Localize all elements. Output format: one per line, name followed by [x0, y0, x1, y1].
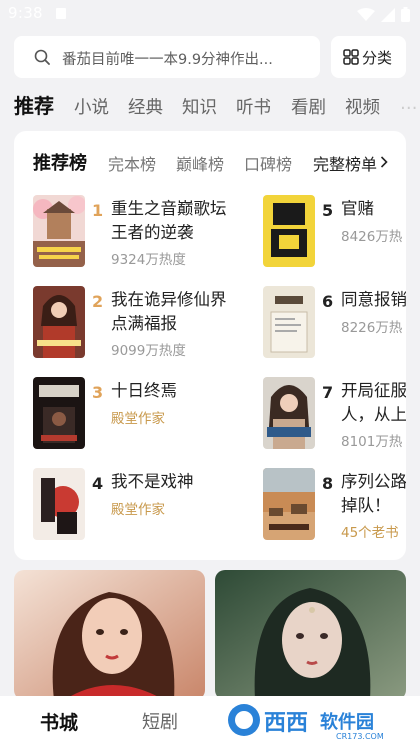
- book-rank: 7: [322, 383, 334, 402]
- rank-tab-recommend[interactable]: 推荐榜: [33, 149, 87, 175]
- search-placeholder: 番茄目前唯一一本9.9分神作出...: [62, 52, 273, 68]
- book-cover[interactable]: [263, 286, 315, 358]
- book-title: 序列公路 掉队！: [341, 472, 406, 515]
- book-title: 十日终焉: [111, 381, 177, 400]
- chevron-right-icon[interactable]: [380, 156, 388, 168]
- tab-drama[interactable]: 看剧: [291, 94, 326, 119]
- book-item[interactable]: 8 序列公路 掉队！ 45个老书: [263, 468, 406, 542]
- book-item[interactable]: 1 重生之音巅歌坛 王者的逆袭 9324万热度: [33, 195, 233, 269]
- book-rank: 8: [322, 474, 334, 493]
- status-time: 9:38: [8, 4, 43, 22]
- promo-banner-left[interactable]: [14, 570, 205, 700]
- notification-icon: [56, 8, 66, 19]
- rank-tab-reputation[interactable]: 口碑榜: [244, 151, 292, 175]
- tab-overflow-fragment[interactable]: …: [400, 94, 418, 114]
- book-heat: 8426万热: [341, 229, 403, 245]
- watermark-brand: 西西: [264, 711, 308, 736]
- category-label: 分类: [362, 49, 393, 67]
- book-title: 我不是戏神: [111, 472, 194, 491]
- rank-tab-completed[interactable]: 完本榜: [108, 151, 156, 175]
- book-meta: 45个老书: [341, 525, 399, 541]
- book-heat: 9324万热度: [111, 252, 186, 268]
- book-rank: 5: [322, 201, 334, 220]
- status-bar: 9:38: [0, 0, 420, 30]
- book-cover[interactable]: [33, 286, 85, 358]
- rank-tab-peak[interactable]: 巅峰榜: [176, 151, 224, 175]
- tab-knowledge[interactable]: 知识: [182, 94, 217, 119]
- tab-audiobook[interactable]: 听书: [236, 94, 271, 119]
- book-author-badge: 殿堂作家: [111, 502, 165, 518]
- grid-icon: [343, 49, 359, 65]
- search-input[interactable]: 番茄目前唯一一本9.9分神作出...: [14, 36, 320, 78]
- book-cover[interactable]: [263, 195, 315, 267]
- book-heat: 9099万热度: [111, 343, 186, 359]
- nav-short-drama[interactable]: 短剧: [142, 708, 178, 734]
- book-heat: 8226万热: [341, 320, 403, 336]
- promo-banner-right[interactable]: [215, 570, 406, 700]
- book-cover[interactable]: [33, 377, 85, 449]
- full-ranking-link[interactable]: 完整榜单: [313, 151, 377, 175]
- search-icon: [34, 49, 50, 65]
- book-title: 重生之音巅歌坛 王者的逆袭: [111, 199, 227, 242]
- book-title: 官赌: [341, 199, 374, 218]
- book-title: 开局征服 人，从上: [341, 381, 406, 424]
- watermark-url: CR173.COM: [336, 732, 384, 741]
- book-cover[interactable]: [263, 377, 315, 449]
- signal-icon: [381, 7, 395, 22]
- book-item[interactable]: 2 我在诡异修仙界 点满福报 9099万热度: [33, 286, 233, 360]
- book-rank: 4: [92, 474, 104, 493]
- book-author-badge: 殿堂作家: [111, 411, 165, 427]
- book-cover[interactable]: [263, 468, 315, 540]
- book-item[interactable]: 7 开局征服 人，从上 8101万热: [263, 377, 406, 451]
- nav-bookstore[interactable]: 书城: [40, 708, 78, 735]
- book-item[interactable]: 5 官赌 8426万热: [263, 195, 406, 269]
- watermark-logo: 西西 软件园 CR173.COM: [218, 692, 420, 746]
- book-rank: 3: [92, 383, 104, 402]
- book-heat: 8101万热: [341, 434, 403, 450]
- wifi-icon: [357, 7, 375, 21]
- watermark-sub: 软件园: [320, 711, 374, 733]
- tab-recommend[interactable]: 推荐: [14, 90, 54, 119]
- channel-tabs: 推荐 小说 经典 知识 听书 看剧 视频 …: [14, 88, 420, 122]
- book-title: 我在诡异修仙界 点满福报: [111, 290, 227, 333]
- tab-classic[interactable]: 经典: [128, 94, 163, 119]
- book-item[interactable]: 4 我不是戏神 殿堂作家: [33, 468, 233, 542]
- book-rank: 1: [92, 201, 104, 220]
- book-rank: 6: [322, 292, 334, 311]
- status-icons: [357, 7, 410, 22]
- book-cover[interactable]: [33, 468, 85, 540]
- book-rank: 2: [92, 292, 104, 311]
- battery-icon: [401, 7, 410, 22]
- ranking-card: 推荐榜 完本榜 巅峰榜 口碑榜 完整榜单 1 重生之音巅歌坛 王者的逆袭 932…: [14, 131, 406, 560]
- tab-novel[interactable]: 小说: [74, 94, 109, 119]
- category-button[interactable]: 分类: [331, 36, 406, 78]
- book-cover[interactable]: [33, 195, 85, 267]
- tab-video[interactable]: 视频: [345, 94, 380, 119]
- book-item[interactable]: 6 同意报销 8226万热: [263, 286, 406, 360]
- book-title: 同意报销: [341, 290, 406, 309]
- book-item[interactable]: 3 十日终焉 殿堂作家: [33, 377, 233, 451]
